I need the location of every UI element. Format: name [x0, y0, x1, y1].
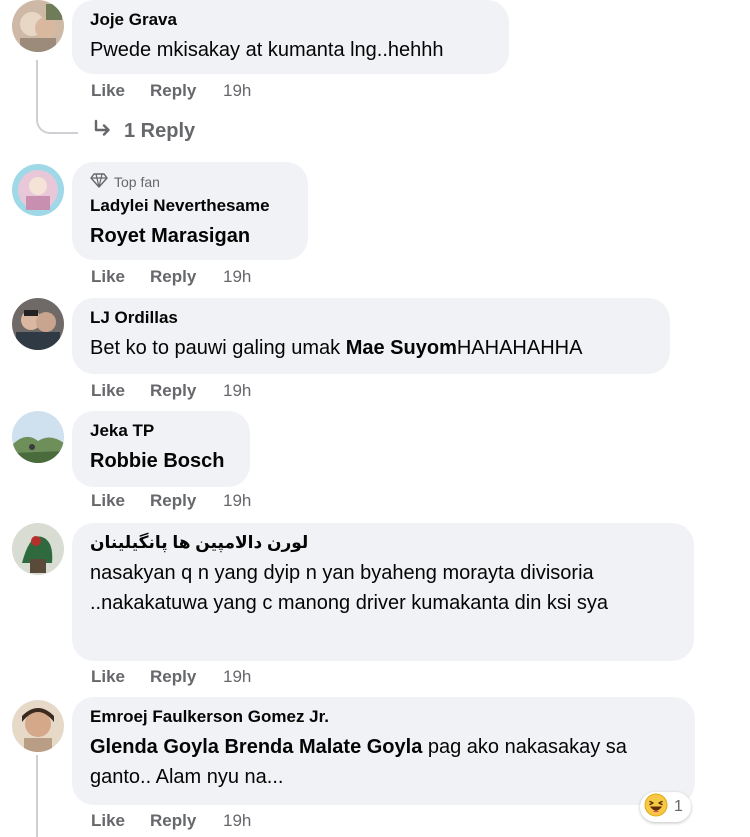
timestamp[interactable]: 19h [223, 666, 251, 688]
comment-bubble: لورن دالامپین ها پانگیلینان nasakyan q n… [72, 523, 694, 661]
comment-actions: Like Reply 19h [91, 666, 251, 688]
timestamp[interactable]: 19h [223, 266, 251, 288]
top-fan-label: Top fan [114, 174, 160, 190]
mention-link[interactable]: Robbie Bosch [90, 450, 224, 472]
comment-actions: Like Reply 19h [91, 266, 251, 288]
timestamp[interactable]: 19h [223, 490, 251, 512]
reply-button[interactable]: Reply [150, 80, 223, 102]
comment-feed: Joje Grava Pwede mkisakay at kumanta lng… [0, 0, 750, 837]
comment-bubble: Emroej Faulkerson Gomez Jr. Glenda Goyla… [72, 697, 695, 805]
mention-link[interactable]: Glenda Goyla Brenda Malate Goyla [90, 736, 422, 758]
comment-author[interactable]: Joje Grava [90, 9, 491, 31]
reply-button[interactable]: Reply [150, 266, 223, 288]
comment-author[interactable]: LJ Ordillas [90, 307, 652, 329]
comment-text-part: HAHAHAHHA [456, 337, 583, 359]
comment-bubble: Top fan Ladylei Neverthesame Royet Maras… [72, 162, 308, 260]
haha-emoji-icon [644, 793, 668, 822]
like-button[interactable]: Like [91, 810, 150, 832]
timestamp[interactable]: 19h [223, 80, 251, 102]
comment-text: Glenda Goyla Brenda Malate Goyla pag ako… [90, 732, 677, 792]
comment-actions: Like Reply 19h [91, 810, 251, 832]
mention-link[interactable]: Mae Suyom [346, 337, 457, 359]
like-button[interactable]: Like [91, 80, 150, 102]
comment-actions: Like Reply 19h [91, 490, 251, 512]
reaction-count: 1 [674, 798, 683, 815]
avatar[interactable] [12, 411, 64, 463]
reaction-summary[interactable]: 1 [640, 792, 691, 822]
like-button[interactable]: Like [91, 490, 150, 512]
comment-text: Royet Marasigan [90, 221, 290, 251]
comment-bubble: Jeka TP Robbie Bosch [72, 411, 250, 487]
avatar[interactable] [12, 700, 64, 752]
like-button[interactable]: Like [91, 380, 150, 402]
comment-text: nasakyan q n yang dyip n yan byaheng mor… [90, 562, 609, 614]
reply-button[interactable]: Reply [150, 380, 223, 402]
comment-text-part: Bet ko to pauwi galing umak [90, 337, 346, 359]
view-replies-label: 1 Reply [124, 119, 196, 142]
like-button[interactable]: Like [91, 266, 150, 288]
comment-author[interactable]: Emroej Faulkerson Gomez Jr. [90, 706, 677, 728]
comment-actions: Like Reply 19h [91, 380, 251, 402]
top-fan-badge: Top fan [90, 171, 290, 193]
comment-text: Pwede mkisakay at kumanta lng..hehhh [90, 39, 444, 61]
avatar[interactable] [12, 0, 64, 52]
thread-connector [36, 104, 78, 134]
reply-button[interactable]: Reply [150, 810, 223, 832]
comment-bubble: LJ Ordillas Bet ko to pauwi galing umak … [72, 298, 670, 374]
comment-actions: Like Reply 19h [91, 80, 251, 102]
thread-line [36, 755, 38, 837]
avatar[interactable] [12, 164, 64, 216]
like-button[interactable]: Like [91, 666, 150, 688]
timestamp[interactable]: 19h [223, 380, 251, 402]
comment-author[interactable]: Jeka TP [90, 420, 232, 442]
mention-link[interactable]: Royet Marasigan [90, 225, 250, 247]
comment-author[interactable]: لورن دالامپین ها پانگیلینان [90, 532, 676, 554]
reply-button[interactable]: Reply [150, 490, 223, 512]
reply-button[interactable]: Reply [150, 666, 223, 688]
avatar[interactable] [12, 523, 64, 575]
comment-text: Robbie Bosch [90, 446, 232, 476]
view-replies-button[interactable]: 1 Reply [92, 117, 195, 145]
timestamp[interactable]: 19h [223, 810, 251, 832]
comment-text: Bet ko to pauwi galing umak Mae SuyomHAH… [90, 333, 652, 363]
comment-bubble: Joje Grava Pwede mkisakay at kumanta lng… [72, 0, 509, 74]
reply-arrow-icon [92, 117, 114, 145]
diamond-icon [90, 171, 108, 193]
comment-author[interactable]: Ladylei Neverthesame [90, 195, 290, 217]
avatar[interactable] [12, 298, 64, 350]
